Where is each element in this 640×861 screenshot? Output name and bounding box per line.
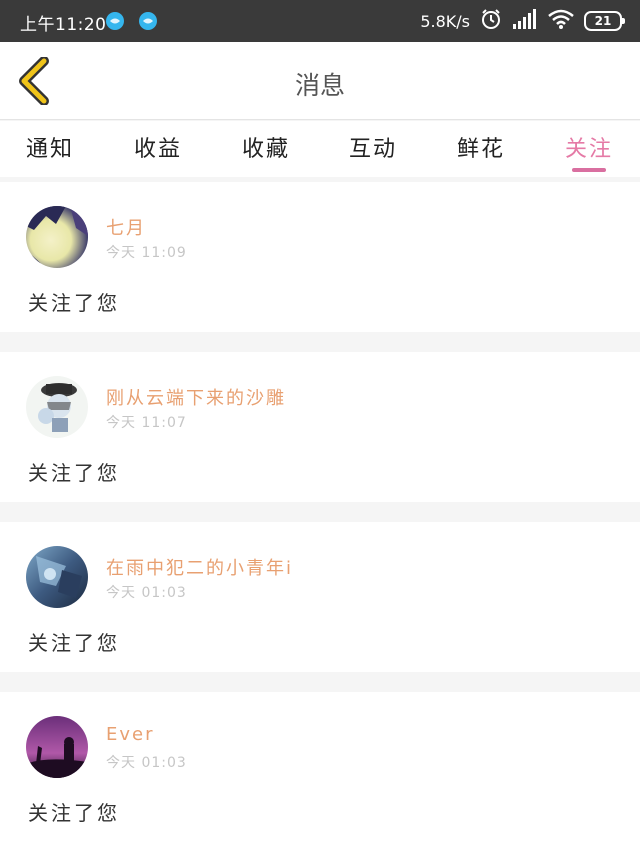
tab-bar: 通知 收益 收藏 互动 鲜花 关注 <box>0 121 640 177</box>
list-item: 刚从云端下来的沙雕 今天 11:07 关注了您 <box>0 352 640 502</box>
timestamp: 今天 11:07 <box>106 415 187 431</box>
tab-interactions[interactable]: 互动 <box>349 131 397 163</box>
avatar[interactable] <box>26 376 88 438</box>
battery-icon: 21 <box>584 11 625 31</box>
list-item: Ever 今天 01:03 关注了您 <box>0 692 640 861</box>
status-icons: 5.8K/s 21 <box>420 8 625 34</box>
tab-earnings[interactable]: 收益 <box>134 131 182 163</box>
tab-notifications[interactable]: 通知 <box>26 131 74 163</box>
notification-dot-icon <box>139 12 157 30</box>
status-bar: 上午11:20 5.8K/s 21 <box>0 0 640 42</box>
wifi-icon <box>548 9 574 33</box>
avatar[interactable] <box>26 716 88 778</box>
notification-dot-icon <box>106 12 124 30</box>
timestamp: 今天 01:03 <box>106 755 187 771</box>
header: 消息 <box>0 42 640 120</box>
active-tab-indicator <box>572 168 606 172</box>
avatar[interactable] <box>26 206 88 268</box>
notification-message: 关注了您 <box>28 461 120 485</box>
tab-follows[interactable]: 关注 <box>565 131 613 163</box>
tab-flowers[interactable]: 鲜花 <box>457 131 505 163</box>
avatar[interactable] <box>26 546 88 608</box>
notification-message: 关注了您 <box>28 291 120 315</box>
signal-icon <box>512 9 538 33</box>
list-item: 在雨中犯二的小青年i 今天 01:03 关注了您 <box>0 522 640 672</box>
username[interactable]: 刚从云端下来的沙雕 <box>106 384 286 410</box>
tab-favorites[interactable]: 收藏 <box>242 131 290 163</box>
username[interactable]: 在雨中犯二的小青年i <box>106 554 293 580</box>
status-time: 上午11:20 <box>20 15 107 35</box>
network-speed: 5.8K/s <box>420 11 470 31</box>
username[interactable]: 七月 <box>106 214 146 240</box>
list-item: 七月 今天 11:09 关注了您 <box>0 182 640 332</box>
notification-message: 关注了您 <box>28 631 120 655</box>
username[interactable]: Ever <box>106 724 155 745</box>
alarm-icon <box>480 8 502 34</box>
notification-message: 关注了您 <box>28 801 120 825</box>
timestamp: 今天 01:03 <box>106 585 187 601</box>
page-title: 消息 <box>294 71 345 100</box>
timestamp: 今天 11:09 <box>106 245 187 261</box>
